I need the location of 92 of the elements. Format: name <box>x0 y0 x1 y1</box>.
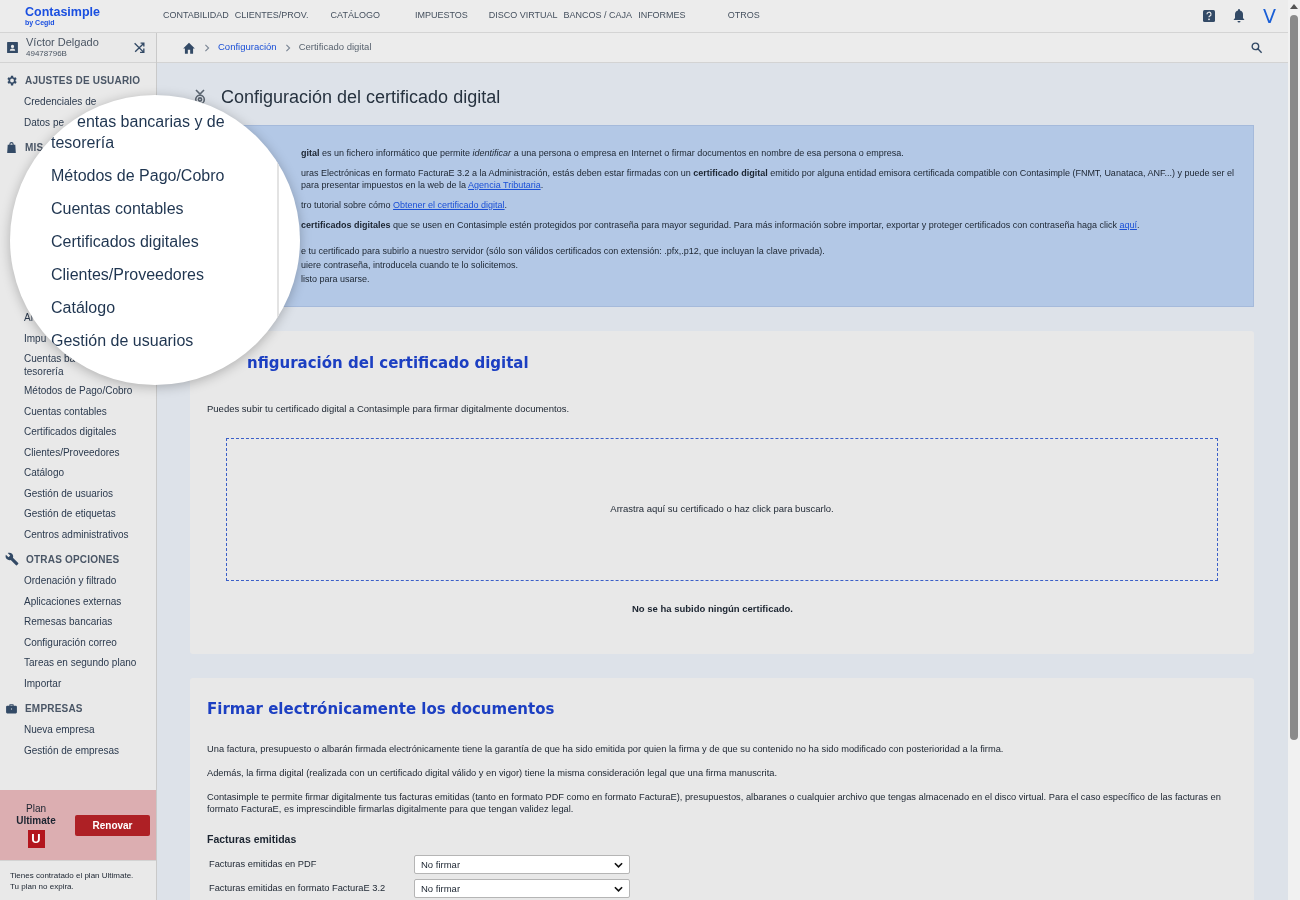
info-step: uiere contraseña, introducela cuando te lo solicitemos. <box>301 259 519 271</box>
renew-button[interactable]: Renovar <box>75 814 150 836</box>
chevron-down-icon <box>614 861 623 868</box>
magnified-item: Métodos de Pago/Cobro <box>51 166 225 186</box>
nav-link[interactable]: BANCOS / CAJA <box>563 9 633 23</box>
nav-link[interactable]: CATÁLOGO <box>330 9 380 23</box>
card-paragraph: Además, la firma digital (realizada con un certificado digital válido y en vigor) tiene la misma consideración legal que una firma manuscrita. <box>207 766 778 779</box>
link[interactable]: Agencia Tributaria <box>468 180 541 190</box>
sidebar-item[interactable]: Clientes/Proveedores <box>24 445 120 459</box>
scrollbar[interactable] <box>1288 0 1300 900</box>
nav-link[interactable]: OTROS <box>727 9 760 23</box>
sidebar-item[interactable]: Tareas en segundo plano <box>24 656 137 669</box>
sidebar-item[interactable]: Importar <box>24 676 62 690</box>
link[interactable]: aquí <box>1119 220 1137 230</box>
chevron-icon <box>284 43 291 52</box>
logo[interactable]: Contasimple <box>25 6 100 19</box>
medal-icon <box>193 89 207 105</box>
magnified-item: Certificados digitales <box>51 232 199 252</box>
chevron-icon <box>204 43 210 52</box>
scroll-thumb[interactable] <box>1290 15 1298 740</box>
field-label: Facturas emitidas en formato FacturaE 3.2 <box>209 881 387 895</box>
sidebar-item[interactable]: Datos pe <box>24 115 65 129</box>
sidebar-item[interactable]: Cuentas contables <box>24 404 107 418</box>
magnified-item: tesorería <box>51 133 115 153</box>
nav-link[interactable]: IMPUESTOS <box>414 9 468 23</box>
section-heading: MIS <box>25 140 44 155</box>
sidebar-item[interactable]: Nueva empresa <box>24 723 95 736</box>
page-title: Configuración del certificado digital <box>221 85 501 109</box>
magnified-item: Clientes/Proveedores <box>51 265 204 285</box>
link[interactable]: Obtener el certificado digital <box>393 200 505 210</box>
card-paragraph: Una factura, presupuesto o albarán firmada electrónicamente tiene la garantía de que ha sido emitida por quien la firma y de que su contenido no ha sido modificado con posterioridad a la firma. <box>207 742 1005 755</box>
sidebar-item[interactable]: Catálogo <box>24 466 65 479</box>
sidebar-item[interactable]: Credenciales de <box>24 95 97 108</box>
plan-name: Ultimate <box>16 814 56 827</box>
nav-link[interactable]: INFORMES <box>638 9 686 23</box>
card-title: nfiguración del certificado digital <box>246 353 530 374</box>
magnified-item: Cuentas contables <box>51 199 184 219</box>
bell-icon[interactable] <box>1233 9 1245 23</box>
user-name: Víctor Delgado <box>26 36 99 48</box>
contact-card-icon <box>6 41 19 54</box>
plan-badge: U <box>27 829 45 848</box>
select-field[interactable]: No firmar <box>414 879 630 899</box>
section-heading: AJUSTES DE USUARIO <box>25 73 141 88</box>
sidebar-item[interactable]: Métodos de Pago/Cobro <box>24 384 133 397</box>
nav-link[interactable]: CONTABILIDAD <box>163 9 229 23</box>
user-id: 49478796B <box>26 48 68 59</box>
select-field[interactable]: No firmar <box>414 855 630 875</box>
sidebar-item[interactable]: Remesas bancarias <box>24 615 113 628</box>
card-paragraph: Contasimple te permite firmar digitalmente tus facturas emitidas (tanto en formato PDF como en formato FacturaE), presupuestos, albaranes o cualquier archivo que tengas almacenado en el disco virtual. Para el caso específico de las facturas en formato FacturaE, es imprescindible firmarlas digitalmente para que tengan validez legal. <box>207 790 1222 815</box>
sidebar-item[interactable]: Configuración correo <box>24 635 117 649</box>
field-label: Facturas emitidas en PDF <box>209 857 318 871</box>
chevron-down-icon <box>614 885 623 892</box>
breadcrumb-link[interactable]: Configuración <box>218 40 277 55</box>
user-initial[interactable]: V <box>1263 1 1276 31</box>
breadcrumb-current: Certificado digital <box>298 40 372 55</box>
gear-icon <box>5 73 18 87</box>
briefcase-icon <box>5 701 18 715</box>
section-heading: OTRAS OPCIONES <box>26 552 120 567</box>
section-heading: EMPRESAS <box>25 701 83 716</box>
sidebar-item[interactable]: Certificados digitales <box>24 425 117 438</box>
sidebar-item[interactable]: Impu <box>24 331 47 345</box>
info-paragraph: uras Electrónicas en formato FacturaE 3.2 a la Administración, estás deben estar firmadas con un certificado digital emitido por alguna entidad emisora certificada compatible con Contasimple (FNMT, Uanataca, ANF...) y puede ser el para presentar impuestos en la web de la Agencia Tributaria. <box>301 167 1235 191</box>
sidebar-item[interactable]: Centros administrativos <box>24 527 129 541</box>
shuffle-icon[interactable] <box>133 41 146 54</box>
magnified-item: Catálogo <box>51 298 116 318</box>
magnified-item: Gestión de usuarios <box>51 331 194 351</box>
info-step: listo para usarse. <box>301 273 370 285</box>
wrench-icon <box>5 552 19 566</box>
card-title: Firmar electrónicamente los documentos <box>207 699 556 720</box>
home-icon[interactable] <box>182 41 196 54</box>
search-icon[interactable] <box>1250 41 1263 54</box>
plan-note: Tienes contratado el plan Ultimate. Tu plan no expira. <box>10 869 134 892</box>
info-step: e tu certificado para subirlo a nuestro servidor (sólo son válidos certificados con extensión: .pfx,.p12, que incluyan la clave privada). <box>301 245 825 257</box>
sidebar-item[interactable]: Ordenación y filtrado <box>24 574 117 587</box>
sidebar-item[interactable]: Gestión de etiquetas <box>24 507 116 520</box>
info-paragraph: certificados digitales que se usen en Contasimple estén protegidos por contraseña para mayor seguridad. Para más información sobre importar, exportar y proteger certificados con contraseña haga click aquí. <box>301 219 1141 231</box>
info-paragraph: gital es un fichero informático que permite identificar a una persona o empresa en Internet o firmar documentos en nombre de esa persona o empresa. <box>301 147 905 159</box>
plan-label: Plan <box>26 802 46 815</box>
nav-link[interactable]: CLIENTES/PROV. <box>234 9 309 23</box>
sidebar-item[interactable]: Aplicaciones externas <box>24 594 122 608</box>
dropzone[interactable]: Arrastra aquí su certificado o haz click para buscarlo. <box>226 437 1218 581</box>
bag-icon <box>5 140 18 154</box>
nav-link[interactable]: DISCO VIRTUAL <box>488 9 558 23</box>
upload-status: No se ha subido ningún certificado. <box>631 601 794 616</box>
magnified-item: entas bancarias y de <box>77 112 225 132</box>
sidebar-item[interactable]: Gestión de empresas <box>24 743 120 757</box>
info-paragraph: tro tutorial sobre cómo Obtener el certificado digital. <box>301 199 509 211</box>
scroll-up-icon[interactable] <box>1290 4 1298 9</box>
sidebar-item[interactable]: Gestión de usuarios <box>24 486 113 500</box>
card-description: Puedes subir tu certificado digital a Contasimple para firmar digitalmente documentos. <box>207 401 571 416</box>
subheading: Facturas emitidas <box>207 831 298 847</box>
help-icon[interactable] <box>1203 10 1215 22</box>
